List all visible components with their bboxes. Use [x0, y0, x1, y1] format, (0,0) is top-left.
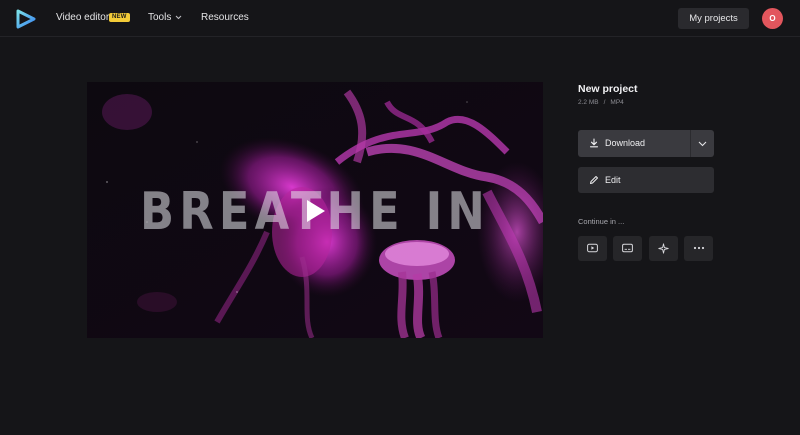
download-button[interactable]: Download: [578, 130, 690, 157]
nav-tools[interactable]: Tools: [148, 11, 182, 25]
file-size: 2.2 MB: [578, 99, 599, 106]
magic-sparkle-icon: [658, 243, 669, 254]
project-title: New project: [578, 83, 638, 95]
download-icon: [589, 138, 599, 148]
more-icon: [693, 246, 705, 250]
play-icon[interactable]: [299, 196, 329, 226]
chevron-down-icon: [175, 15, 182, 20]
continue-magic-button[interactable]: [649, 236, 678, 261]
continue-in-label: Continue in ...: [578, 217, 625, 226]
continue-subtitles-button[interactable]: [613, 236, 642, 261]
download-split-button: Download: [578, 130, 714, 157]
nav-tools-label: Tools: [148, 12, 172, 23]
file-format: MP4: [610, 99, 624, 106]
download-label: Download: [605, 138, 646, 148]
avatar[interactable]: O: [762, 8, 783, 29]
video-preview[interactable]: BREATHE IN: [87, 82, 543, 338]
project-meta: 2.2 MB / MP4: [578, 99, 624, 106]
nav-resources[interactable]: Resources: [201, 11, 249, 25]
meta-separator: /: [603, 99, 606, 106]
nav-video-editor[interactable]: Video editor: [56, 11, 109, 25]
app-logo-icon[interactable]: [15, 9, 37, 29]
my-projects-button[interactable]: My projects: [678, 8, 749, 29]
chevron-down-icon: [698, 141, 707, 147]
edit-button[interactable]: Edit: [578, 167, 714, 193]
continue-more-button[interactable]: [684, 236, 713, 261]
continue-youtube-button[interactable]: [578, 236, 607, 261]
edit-label: Edit: [605, 175, 621, 185]
pencil-icon: [590, 176, 598, 184]
subtitles-icon: [622, 243, 633, 253]
youtube-icon: [587, 243, 598, 253]
top-bar: Video editor NEW Tools Resources My proj…: [0, 0, 800, 37]
new-badge: NEW: [109, 13, 130, 22]
download-options-button[interactable]: [691, 130, 714, 157]
